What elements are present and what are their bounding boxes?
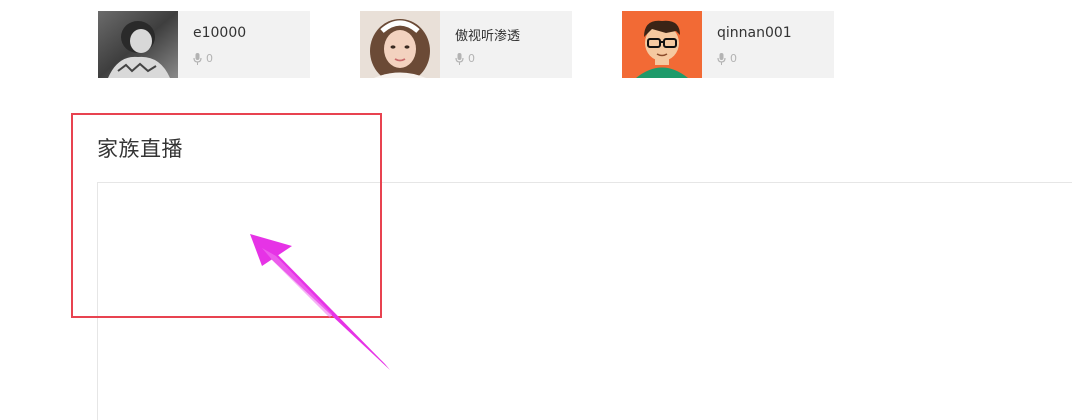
member-avatar[interactable]: [622, 11, 702, 78]
member-count: 0: [193, 52, 213, 65]
microphone-icon: [455, 52, 464, 65]
section-title: 家族直播: [97, 137, 183, 161]
member-avatar[interactable]: [360, 11, 440, 78]
member-name[interactable]: 傲视听渗透: [455, 25, 520, 44]
member-card[interactable]: qinnan001 0: [622, 11, 834, 78]
microphone-icon: [717, 52, 726, 65]
member-count: 0: [717, 52, 737, 65]
member-card[interactable]: e10000 0: [98, 11, 310, 78]
microphone-icon: [193, 52, 202, 65]
member-avatar[interactable]: [98, 11, 178, 78]
member-count-value: 0: [468, 52, 475, 65]
member-card[interactable]: 傲视听渗透 0: [360, 11, 572, 78]
family-live-panel: [97, 182, 1072, 420]
member-count: 0: [455, 52, 475, 65]
member-name[interactable]: e10000: [193, 25, 246, 41]
member-count-value: 0: [730, 52, 737, 65]
member-name[interactable]: qinnan001: [717, 25, 792, 41]
member-count-value: 0: [206, 52, 213, 65]
member-list: e10000 0 傲视听渗透 0 qinnan001 0: [0, 0, 1072, 90]
